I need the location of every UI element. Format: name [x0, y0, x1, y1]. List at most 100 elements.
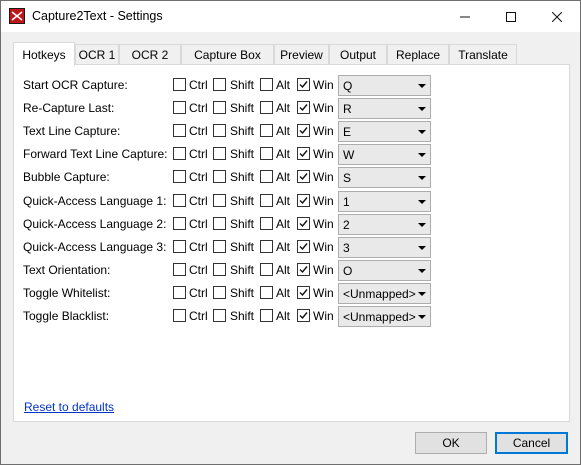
alt-checkbox[interactable]	[260, 170, 273, 184]
shift-checkbox[interactable]	[213, 170, 226, 184]
ctrl-checkbox[interactable]	[173, 124, 186, 138]
win-checkbox[interactable]	[297, 239, 310, 253]
win-checkbox[interactable]	[297, 262, 310, 276]
alt-label: Alt	[276, 262, 291, 277]
key-dropdown[interactable]: 2	[338, 213, 431, 235]
key-dropdown[interactable]: W	[338, 144, 431, 166]
ctrl-checkbox[interactable]	[173, 78, 186, 91]
ctrl-label: Ctrl	[189, 193, 208, 208]
shift-checkbox[interactable]	[213, 78, 226, 91]
ctrl-checkbox[interactable]	[173, 193, 186, 207]
key-dropdown[interactable]: Q	[338, 75, 431, 96]
tab-ocr-1[interactable]: OCR 1	[75, 44, 119, 64]
cancel-button[interactable]: Cancel	[495, 432, 568, 454]
tab-preview[interactable]: Preview	[274, 44, 329, 64]
key-dropdown[interactable]: S	[338, 167, 431, 189]
win-label: Win	[313, 193, 334, 208]
ctrl-label: Ctrl	[189, 262, 208, 277]
ctrl-checkbox[interactable]	[173, 262, 186, 276]
tab-label: Translate	[458, 47, 508, 62]
maximize-button[interactable]	[488, 1, 534, 32]
tab-capture-box[interactable]: Capture Box	[181, 44, 274, 64]
win-label: Win	[313, 285, 334, 300]
alt-checkbox[interactable]	[260, 78, 273, 91]
ctrl-checkbox[interactable]	[173, 309, 186, 322]
hotkey-row-text-orientation: Text Orientation: Ctrl Shift Alt Win O	[14, 259, 569, 281]
key-dropdown[interactable]: 1	[338, 190, 431, 212]
tab-output[interactable]: Output	[329, 44, 387, 64]
win-checkbox[interactable]	[297, 101, 310, 115]
hotkey-row-re-capture-last: Re-Capture Last: Ctrl Shift Alt Win R	[14, 98, 569, 120]
checkmark-icon	[299, 196, 308, 204]
shift-checkbox[interactable]	[213, 216, 226, 230]
shift-label: Shift	[230, 216, 255, 231]
alt-checkbox[interactable]	[260, 309, 273, 322]
hotkey-row-quick-access-language-2: Quick-Access Language 2: Ctrl Shift Alt Win 2	[14, 213, 569, 235]
ctrl-label: Ctrl	[189, 124, 208, 139]
key-dropdown[interactable]: E	[338, 121, 431, 143]
key-dropdown-value: 3	[343, 240, 350, 255]
chevron-down-icon	[418, 107, 426, 112]
tab-translate[interactable]: Translate	[449, 44, 517, 64]
win-checkbox[interactable]	[297, 285, 310, 299]
chevron-down-icon	[418, 153, 426, 158]
shift-checkbox[interactable]	[213, 124, 226, 138]
alt-checkbox[interactable]	[260, 239, 273, 253]
win-checkbox[interactable]	[297, 216, 310, 230]
ctrl-checkbox[interactable]	[173, 101, 186, 115]
win-checkbox[interactable]	[297, 309, 310, 322]
key-dropdown-value: Q	[343, 79, 353, 93]
hotkey-label: Quick-Access Language 1:	[23, 193, 167, 208]
shift-checkbox[interactable]	[213, 101, 226, 115]
key-dropdown-value: E	[343, 125, 352, 140]
ctrl-checkbox[interactable]	[173, 285, 186, 299]
key-dropdown[interactable]: <Unmapped>	[338, 282, 431, 304]
win-checkbox[interactable]	[297, 193, 310, 207]
chevron-down-icon	[418, 268, 426, 273]
win-label: Win	[313, 239, 334, 254]
alt-checkbox[interactable]	[260, 285, 273, 299]
close-button[interactable]	[534, 1, 580, 32]
alt-checkbox[interactable]	[260, 147, 273, 161]
alt-checkbox[interactable]	[260, 216, 273, 230]
win-checkbox[interactable]	[297, 147, 310, 161]
ctrl-label: Ctrl	[189, 78, 208, 92]
alt-checkbox[interactable]	[260, 124, 273, 138]
key-dropdown[interactable]: R	[338, 98, 431, 120]
tab-ocr-2[interactable]: OCR 2	[119, 44, 181, 64]
win-label: Win	[313, 262, 334, 277]
ctrl-checkbox[interactable]	[173, 170, 186, 184]
shift-checkbox[interactable]	[213, 147, 226, 161]
shift-checkbox[interactable]	[213, 193, 226, 207]
shift-checkbox[interactable]	[213, 262, 226, 276]
ctrl-checkbox[interactable]	[173, 239, 186, 253]
win-checkbox[interactable]	[297, 78, 310, 91]
key-dropdown[interactable]: O	[338, 259, 431, 281]
alt-label: Alt	[276, 193, 291, 208]
hotkey-row-forward-text-line-capture: Forward Text Line Capture: Ctrl Shift Alt Wi…	[14, 144, 569, 166]
win-checkbox[interactable]	[297, 170, 310, 184]
chevron-down-icon	[418, 130, 426, 135]
shift-checkbox[interactable]	[213, 285, 226, 299]
tab-hotkeys[interactable]: Hotkeys	[13, 42, 75, 66]
shift-label: Shift	[230, 170, 255, 185]
reset-to-defaults-link[interactable]: Reset to defaults	[24, 400, 114, 414]
win-checkbox[interactable]	[297, 124, 310, 138]
shift-checkbox[interactable]	[213, 239, 226, 253]
shift-checkbox[interactable]	[213, 309, 226, 322]
ctrl-checkbox[interactable]	[173, 216, 186, 230]
key-dropdown[interactable]: 3	[338, 236, 431, 258]
alt-checkbox[interactable]	[260, 101, 273, 115]
ok-button[interactable]: OK	[415, 432, 487, 454]
alt-label: Alt	[276, 285, 291, 300]
checkmark-icon	[299, 127, 308, 135]
alt-checkbox[interactable]	[260, 262, 273, 276]
title-bar[interactable]: Capture2Text - Settings	[1, 1, 580, 32]
minimize-button[interactable]	[442, 1, 488, 32]
key-dropdown[interactable]: <Unmapped>	[338, 306, 431, 327]
ctrl-label: Ctrl	[189, 147, 208, 162]
tab-replace[interactable]: Replace	[387, 44, 449, 64]
ctrl-checkbox[interactable]	[173, 147, 186, 161]
alt-checkbox[interactable]	[260, 193, 273, 207]
checkmark-icon	[299, 150, 308, 158]
